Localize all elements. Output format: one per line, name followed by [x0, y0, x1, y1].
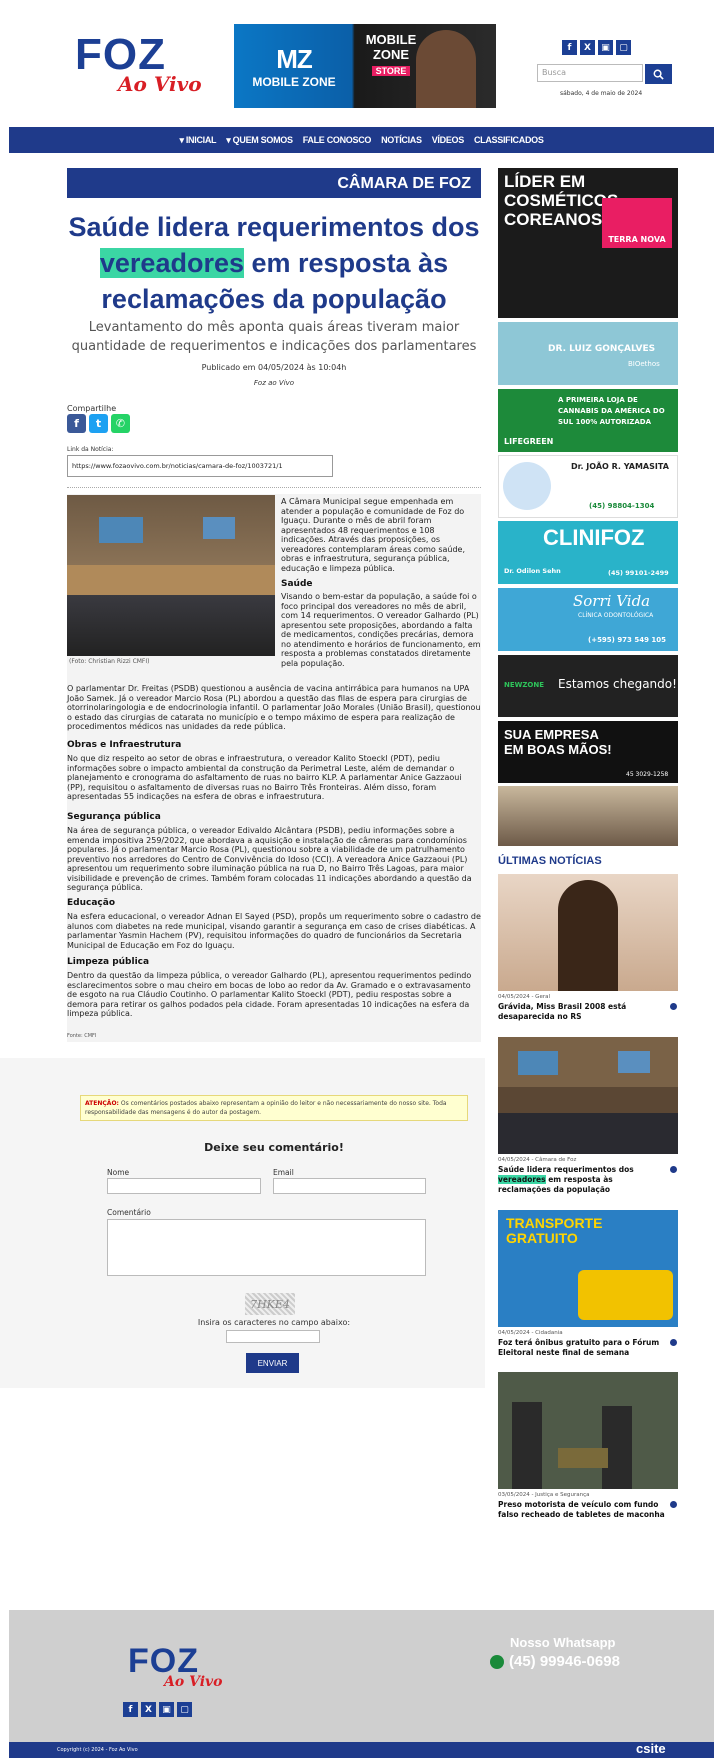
- send-button[interactable]: ENVIAR: [246, 1353, 299, 1373]
- news-meta: 03/05/2024 - Justiça e Segurança: [498, 1492, 590, 1498]
- divider: [67, 487, 481, 488]
- sidebar-ad-sorri-vida[interactable]: Sorri Vida CLÍNICA ODONTOLÓGICA (+595) 9…: [498, 588, 678, 651]
- news-image-onibus[interactable]: TRANSPORTE GRATUITO: [498, 1210, 678, 1327]
- name-label: Nome: [107, 1168, 130, 1177]
- article-intro: A Câmara Municipal segue empenhada em at…: [281, 497, 466, 573]
- search-button[interactable]: [645, 64, 672, 84]
- news-title[interactable]: Foz terá ônibus gratuito para o Fórum El…: [498, 1338, 666, 1358]
- name-input[interactable]: [107, 1178, 261, 1194]
- news-bullet-icon: [670, 1166, 677, 1173]
- captcha-image: 7HKE4: [245, 1293, 295, 1315]
- section-heading-seguranca: Segurança pública: [67, 812, 161, 822]
- article-saude-text: Visando o bem-estar da população, a saúd…: [281, 592, 481, 668]
- facebook-icon[interactable]: f: [123, 1702, 138, 1717]
- photo-caption: (Foto: Christian Rizzi CMFI): [69, 658, 150, 665]
- comments-warning: ATENÇÃO: Os comentários postados abaixo …: [80, 1095, 468, 1121]
- sidebar-ad-cosmeticos[interactable]: LÍDER EM COSMÉTICOS COREANOS TERRA NOVA: [498, 168, 678, 318]
- site-footer: [9, 1610, 714, 1748]
- copyright-text: Copyright (c) 2024 - Foz Ao Vivo: [57, 1747, 138, 1753]
- sidebar-ad-lifegreen[interactable]: A PRIMEIRA LOJA DE CANNABIS DA AMÉRICA D…: [498, 389, 678, 452]
- site-header: FOZ Ao Vivo MZ MOBILE ZONE MOBILE ZONE STO…: [0, 0, 714, 127]
- article-limpeza-text: Dentro da questão da limpeza pública, o …: [67, 971, 472, 1018]
- link-label: Link da Notícia:: [67, 446, 114, 453]
- sidebar-ad-clinifoz[interactable]: CLINIFOZ Dr. Odilon Sehn (45) 99101-2499: [498, 521, 678, 584]
- banner-brand-left: MZ MOBILE ZONE: [252, 44, 336, 89]
- article-seguranca-text: Na área de segurança pública, o vereador…: [67, 826, 472, 892]
- comment-label: Comentário: [107, 1208, 151, 1217]
- whatsapp-share-icon[interactable]: ✆: [111, 414, 130, 433]
- news-image-miss-brasil[interactable]: [498, 874, 678, 991]
- whatsapp-icon: [490, 1654, 504, 1669]
- banner-model-image: [416, 30, 476, 108]
- news-bullet-icon: [670, 1003, 677, 1010]
- twitter-share-icon[interactable]: t: [89, 414, 108, 433]
- share-label: Compartilhe: [67, 404, 117, 413]
- main-nav: ▾ INICIAL ▾ QUEM SOMOS FALE CONOSCO NOTÍ…: [9, 127, 714, 153]
- youtube-icon[interactable]: ▢: [616, 40, 631, 55]
- latest-news-title: ÚLTIMAS NOTÍCIAS: [498, 855, 602, 867]
- facebook-share-icon[interactable]: f: [67, 414, 86, 433]
- csite-logo[interactable]: csite: [636, 1741, 666, 1756]
- nav-item-classificados[interactable]: CLASSIFICADOS: [474, 135, 544, 145]
- article-title: Saúde lidera requerimentos dos vereadores…: [68, 212, 480, 314]
- news-title[interactable]: Preso motorista de veículo com fundo fal…: [498, 1500, 666, 1520]
- article-author: Foz ao Vivo: [253, 379, 295, 387]
- footer-logo-sub: Ao Vivo: [164, 1674, 223, 1690]
- news-meta: 04/05/2024 - Cidadania: [498, 1330, 563, 1336]
- article-subtitle: Levantamento do mês aponta quais áreas t…: [71, 320, 477, 354]
- search-input[interactable]: Busca: [537, 64, 643, 82]
- news-meta: 04/05/2024 - Geral: [498, 994, 550, 1000]
- nav-item-noticias[interactable]: NOTÍCIAS: [381, 135, 422, 145]
- comments-title: Deixe seu comentário!: [204, 1141, 344, 1154]
- email-label: Email: [273, 1168, 294, 1177]
- nav-item-fale-conosco[interactable]: FALE CONOSCO: [303, 135, 372, 145]
- whatsapp-link[interactable]: (45) 99946-0698: [490, 1653, 620, 1670]
- whatsapp-label: Nosso Whatsapp: [510, 1635, 616, 1650]
- article-saude-text-2: O parlamentar Dr. Freitas (PSDB) questio…: [67, 684, 481, 731]
- header-social-links: f X ▣ ▢: [562, 40, 631, 55]
- section-heading-limpeza: Limpeza pública: [67, 957, 150, 967]
- news-bullet-icon: [670, 1501, 677, 1508]
- nav-item-videos[interactable]: VÍDEOS: [432, 135, 465, 145]
- nav-item-inicial[interactable]: ▾ INICIAL: [179, 135, 216, 146]
- instagram-icon[interactable]: ▣: [159, 1702, 174, 1717]
- news-image-camara[interactable]: [498, 1037, 678, 1154]
- news-bullet-icon: [670, 1339, 677, 1346]
- comment-textarea[interactable]: [107, 1219, 426, 1276]
- article-source: Fonte: CMFI: [67, 1033, 97, 1039]
- article-educacao-text: Na esfera educacional, o vereador Adnan …: [67, 912, 481, 950]
- news-title[interactable]: Grávida, Miss Brasil 2008 está desaparec…: [498, 1002, 666, 1022]
- publish-date: Publicado em 04/05/2024 às 10:04h: [201, 363, 347, 372]
- news-meta: 04/05/2024 - Câmara de Foz: [498, 1157, 577, 1163]
- sidebar-ad-newzone[interactable]: NEWZONE Estamos chegando!: [498, 655, 678, 717]
- news-title[interactable]: Saúde lidera requerimentos dos vereadore…: [498, 1165, 666, 1195]
- captcha-label: Insira os caracteres no campo abaixo:: [197, 1318, 351, 1327]
- article-photo[interactable]: [67, 495, 275, 656]
- header-ad-banner[interactable]: MZ MOBILE ZONE MOBILE ZONE STORE: [234, 24, 496, 108]
- sidebar-ad-sua-empresa[interactable]: SUA EMPRESA EM BOAS MÃOS! 45 3029-1258: [498, 721, 678, 783]
- footer-social-links: f X ▣ ▢: [123, 1702, 192, 1717]
- section-heading-educacao: Educação: [67, 898, 115, 908]
- sidebar-ad-generic[interactable]: [498, 786, 678, 846]
- youtube-icon[interactable]: ▢: [177, 1702, 192, 1717]
- section-heading-obras: Obras e Infraestrutura: [67, 740, 182, 750]
- search-icon: [653, 69, 664, 80]
- section-title-bar[interactable]: CÂMARA DE FOZ: [67, 168, 481, 198]
- email-input[interactable]: [273, 1178, 426, 1194]
- instagram-icon[interactable]: ▣: [598, 40, 613, 55]
- captcha-input[interactable]: [226, 1330, 320, 1343]
- sidebar-ad-dr-luiz[interactable]: DR. LUIZ GONÇALVES BIOethos: [498, 322, 678, 385]
- news-image-preso[interactable]: [498, 1372, 678, 1489]
- facebook-icon[interactable]: f: [562, 40, 577, 55]
- share-buttons: f t ✆: [67, 414, 130, 433]
- section-heading-saude: Saúde: [281, 579, 313, 589]
- x-icon[interactable]: X: [141, 1702, 156, 1717]
- current-date: sábado, 4 de maio de 2024: [560, 90, 643, 97]
- article-obras-text: No que diz respeito ao setor de obras e …: [67, 754, 462, 801]
- x-icon[interactable]: X: [580, 40, 595, 55]
- article-link-field[interactable]: https://www.fozaovivo.com.br/noticias/ca…: [67, 455, 333, 477]
- site-logo-sub: Ao Vivo: [118, 72, 202, 96]
- sidebar-ad-yamasita[interactable]: Dr. JOÃO R. YAMASITA (45) 98804-1304: [498, 455, 678, 518]
- nav-item-quem-somos[interactable]: ▾ QUEM SOMOS: [226, 135, 293, 146]
